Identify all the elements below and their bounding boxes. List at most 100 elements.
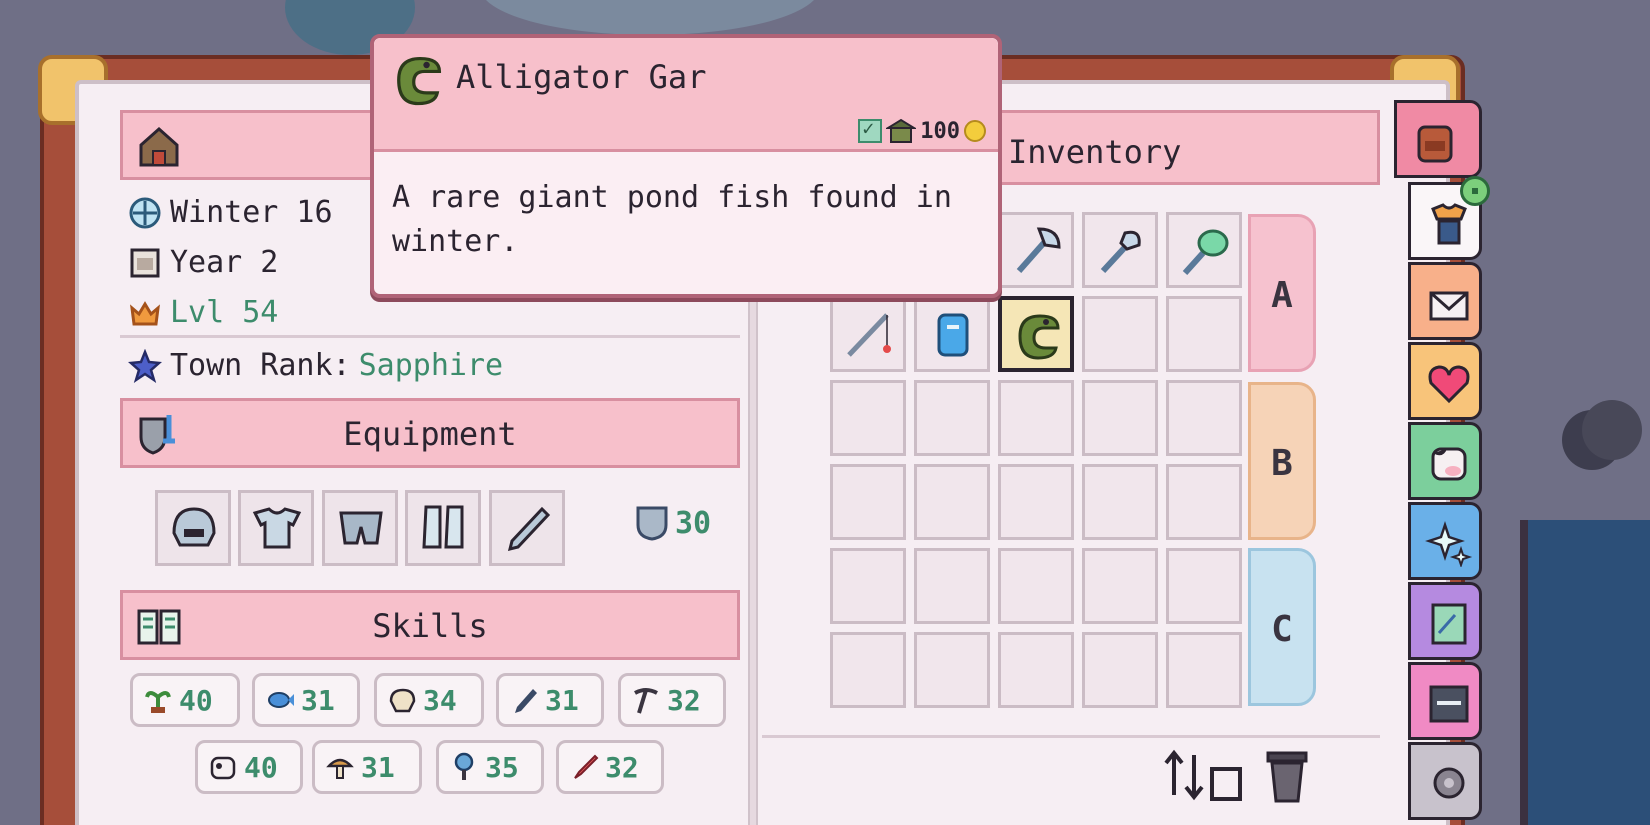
inventory-slot[interactable]: [914, 296, 990, 372]
year-text: Year 2: [170, 245, 279, 280]
inventory-slot[interactable]: [998, 380, 1074, 456]
tab-map[interactable]: [1408, 582, 1482, 660]
skill-cooking[interactable]: 31: [496, 673, 604, 727]
year-row: Year 2: [128, 245, 278, 280]
row-tab-c[interactable]: C: [1248, 548, 1316, 706]
trash-icon[interactable]: [1262, 745, 1312, 805]
skill-value: 31: [545, 683, 579, 717]
inventory-slot[interactable]: [914, 548, 990, 624]
inventory-slot[interactable]: [1082, 296, 1158, 372]
inventory-slot[interactable]: [830, 464, 906, 540]
inventory-slot[interactable]: [1082, 464, 1158, 540]
fishing-rod-icon: [847, 313, 891, 357]
inventory-slot[interactable]: [998, 632, 1074, 708]
divider: [762, 735, 1380, 738]
row-tab-b[interactable]: B: [1248, 382, 1316, 540]
tooltip-price: 100: [920, 118, 960, 144]
crown-icon: [130, 300, 160, 325]
inventory-slot[interactable]: [1082, 632, 1158, 708]
snowflake-icon: [129, 197, 161, 228]
inventory-slot[interactable]: [1166, 548, 1242, 624]
equipment-slot-helmet[interactable]: [155, 490, 231, 566]
equipment-slot-legs[interactable]: [322, 490, 398, 566]
inventory-slot[interactable]: [1166, 380, 1242, 456]
inventory-slot[interactable]: [1166, 632, 1242, 708]
skill-archaeology[interactable]: 34: [374, 673, 484, 727]
inventory-slot[interactable]: [998, 464, 1074, 540]
skill-value: 31: [361, 750, 395, 784]
tab-calendar[interactable]: [1408, 662, 1482, 740]
sort-icon[interactable]: [1160, 745, 1248, 805]
skill-value: 34: [423, 683, 457, 717]
inventory-slot[interactable]: [914, 464, 990, 540]
inventory-slot[interactable]: [914, 632, 990, 708]
helmet-icon: [172, 507, 216, 547]
level-row: Lvl 54: [128, 295, 278, 330]
skill-farming[interactable]: 40: [130, 673, 240, 727]
tab-animals[interactable]: [1408, 422, 1482, 500]
tab-relationships[interactable]: [1408, 342, 1482, 420]
inventory-slot[interactable]: [830, 380, 906, 456]
background-bush: [480, 0, 820, 35]
notification-badge: [1460, 176, 1490, 206]
museum-icon: [886, 118, 917, 143]
defense-shield-icon: [636, 506, 668, 541]
mail-icon: [1429, 291, 1469, 321]
skill-value: 32: [605, 750, 639, 784]
skill-combat[interactable]: 32: [556, 740, 664, 794]
alligator-gar-icon: [1018, 314, 1060, 360]
inventory-slot[interactable]: [830, 296, 906, 372]
skill-value: 35: [485, 750, 519, 784]
calendar-icon: [1429, 685, 1469, 723]
row-tab-a[interactable]: A: [1248, 214, 1316, 372]
skills-title: Skills: [372, 607, 488, 645]
season-row: Winter 16: [128, 195, 333, 230]
tab-mail[interactable]: [1408, 262, 1482, 340]
inventory-slot[interactable]: [1082, 380, 1158, 456]
calendar-icon: [130, 248, 160, 277]
equipment-slot-chest[interactable]: [238, 490, 314, 566]
boots-icon: [422, 505, 464, 549]
inventory-slot[interactable]: [1166, 464, 1242, 540]
tab-settings[interactable]: [1408, 742, 1482, 820]
divider: [120, 335, 740, 338]
skill-value: 40: [179, 683, 213, 717]
tab-backpack[interactable]: [1394, 100, 1482, 178]
background-water: [1520, 520, 1650, 825]
settings-icon: [1433, 767, 1465, 799]
tab-perks[interactable]: [1408, 502, 1482, 580]
farming-skill-icon: [145, 691, 171, 713]
tooltip-meta: 100: [858, 116, 986, 144]
background-rock: [1582, 400, 1642, 460]
skill-fishing[interactable]: 31: [252, 673, 360, 727]
skill-husbandry[interactable]: 40: [195, 740, 303, 794]
skill-value: 32: [667, 683, 701, 717]
skill-foraging[interactable]: 31: [312, 740, 422, 794]
archaeology-skill-icon: [389, 688, 416, 713]
inventory-slot[interactable]: [1082, 548, 1158, 624]
inventory-slot[interactable]: [998, 212, 1074, 288]
defense-stat: 30: [635, 505, 711, 541]
donated-check-icon: [858, 116, 883, 143]
skill-mining[interactable]: 32: [618, 673, 726, 727]
town-rank-row: Town Rank: Sapphire: [128, 348, 503, 383]
inventory-title: Inventory: [1008, 133, 1182, 171]
inventory-slot[interactable]: [830, 548, 906, 624]
inventory-slot[interactable]: [1166, 296, 1242, 372]
coin-icon: [964, 120, 986, 142]
equipment-slot-weapon[interactable]: [489, 490, 565, 566]
inventory-slot[interactable]: [1082, 212, 1158, 288]
tooltip-item-name: Alligator Gar: [456, 58, 707, 96]
skills-header: Skills: [120, 590, 740, 660]
skill-bug-catching[interactable]: 35: [436, 740, 544, 794]
equipment-slot-boots[interactable]: [405, 490, 481, 566]
combat-skill-icon: [574, 754, 599, 779]
inventory-slot-selected[interactable]: [998, 296, 1074, 372]
inventory-slot[interactable]: [998, 548, 1074, 624]
chestplate-icon: [252, 507, 302, 549]
inventory-slot[interactable]: [914, 380, 990, 456]
inventory-slot[interactable]: [1166, 212, 1242, 288]
tooltip-header: Alligator Gar 100: [374, 38, 998, 152]
tooltip-description: A rare giant pond fish found in winter.: [392, 180, 952, 259]
inventory-slot[interactable]: [830, 632, 906, 708]
